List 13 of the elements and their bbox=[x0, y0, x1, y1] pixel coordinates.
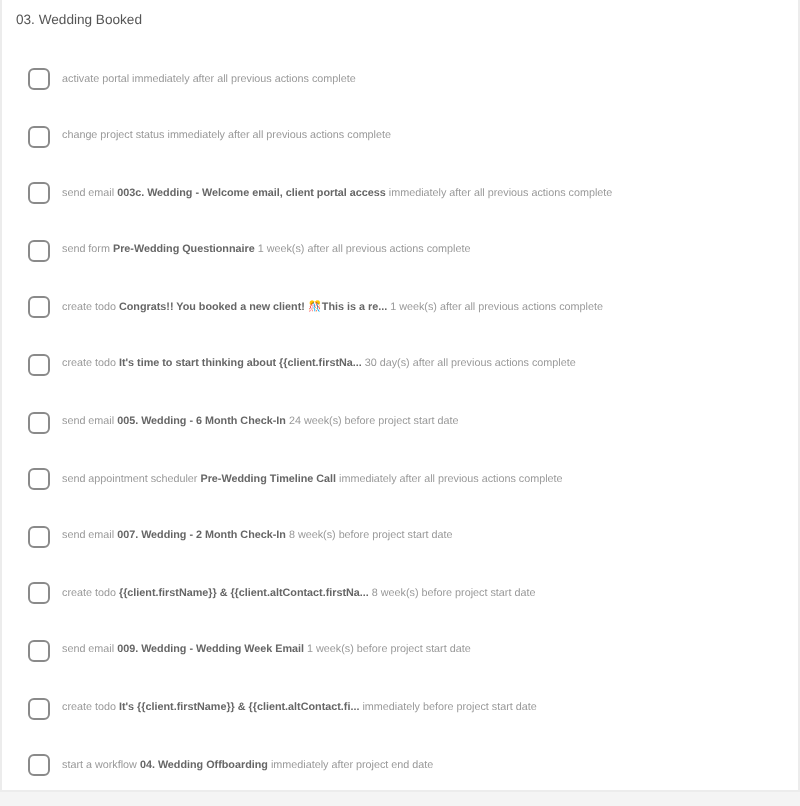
checkbox[interactable] bbox=[28, 353, 50, 376]
checkbox[interactable] bbox=[28, 754, 50, 777]
checkbox[interactable] bbox=[28, 639, 50, 662]
checkbox[interactable] bbox=[28, 125, 50, 148]
checkbox[interactable] bbox=[28, 239, 50, 262]
checkbox[interactable] bbox=[28, 296, 50, 319]
checkbox[interactable] bbox=[28, 525, 50, 548]
checkbox[interactable] bbox=[28, 411, 50, 434]
checkbox[interactable] bbox=[28, 582, 50, 605]
checkbox[interactable] bbox=[28, 697, 50, 720]
checkbox[interactable] bbox=[28, 468, 50, 491]
checkbox[interactable] bbox=[28, 68, 50, 90]
checkbox[interactable] bbox=[28, 182, 50, 205]
